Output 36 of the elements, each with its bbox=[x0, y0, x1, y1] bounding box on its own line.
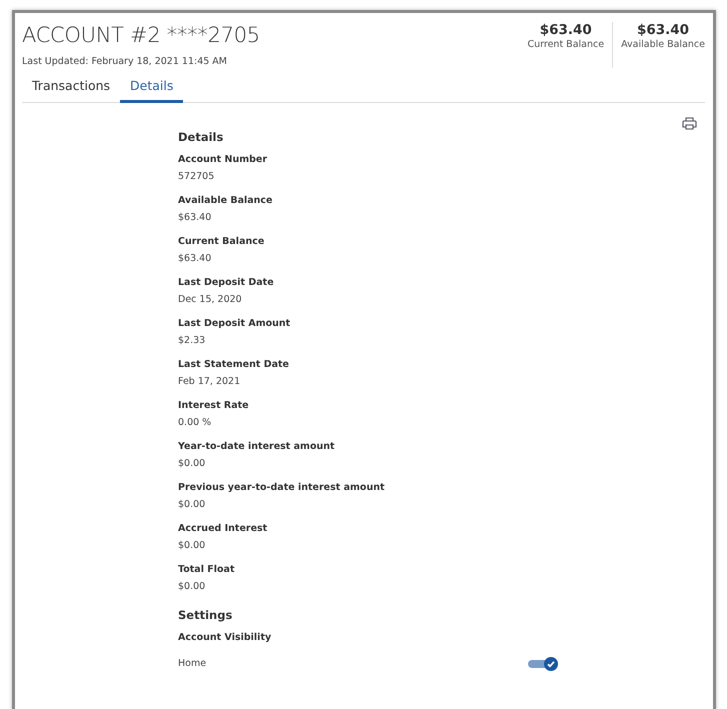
field-value: 0.00 % bbox=[178, 416, 212, 430]
last-updated: Last Updated: February 18, 2021 11:45 AM bbox=[22, 56, 227, 67]
toggle-switch[interactable] bbox=[528, 657, 558, 671]
subheading: Account Visibility bbox=[178, 631, 272, 645]
section-heading: Details bbox=[178, 130, 224, 144]
account-title: ACCOUNT #2 ****2705 bbox=[22, 23, 260, 47]
field-value: $0.00 bbox=[178, 498, 206, 512]
field-value: $0.00 bbox=[178, 457, 206, 471]
field-value: $0.00 bbox=[178, 539, 206, 553]
field-label: Account Number bbox=[178, 153, 268, 167]
field-label: Last Deposit Amount bbox=[178, 317, 292, 331]
field-value: $63.40 bbox=[178, 252, 212, 266]
field-value: $2.33 bbox=[178, 334, 206, 348]
toggle-label: Home bbox=[178, 657, 206, 671]
field-value: $63.40 bbox=[178, 211, 212, 225]
field-label: Last Statement Date bbox=[178, 358, 290, 372]
field-label: Year-to-date interest amount bbox=[178, 440, 336, 454]
tab[interactable]: Details bbox=[120, 74, 184, 103]
balance-amount: $63.40 bbox=[636, 22, 690, 38]
print-icon[interactable] bbox=[682, 117, 697, 130]
field-label: Total Float bbox=[178, 563, 236, 577]
field-label: Interest Rate bbox=[178, 399, 250, 413]
field-value: $0.00 bbox=[178, 580, 206, 594]
section-heading: Settings bbox=[178, 608, 234, 622]
field-label: Previous year-to-date interest amount bbox=[178, 481, 386, 495]
field-label: Accrued Interest bbox=[178, 522, 268, 536]
field-label: Last Deposit Date bbox=[178, 276, 275, 290]
field-value: 572705 bbox=[178, 170, 216, 184]
tab[interactable]: Transactions bbox=[22, 74, 120, 103]
balance-amount: $63.40 bbox=[540, 22, 592, 38]
field-label: Available Balance bbox=[178, 194, 274, 208]
field-label: Current Balance bbox=[178, 235, 266, 249]
balance-label: Current Balance bbox=[527, 39, 604, 50]
balance-label: Available Balance bbox=[621, 39, 705, 50]
field-value: Dec 15, 2020 bbox=[178, 293, 243, 307]
field-value: Feb 17, 2021 bbox=[178, 375, 242, 389]
